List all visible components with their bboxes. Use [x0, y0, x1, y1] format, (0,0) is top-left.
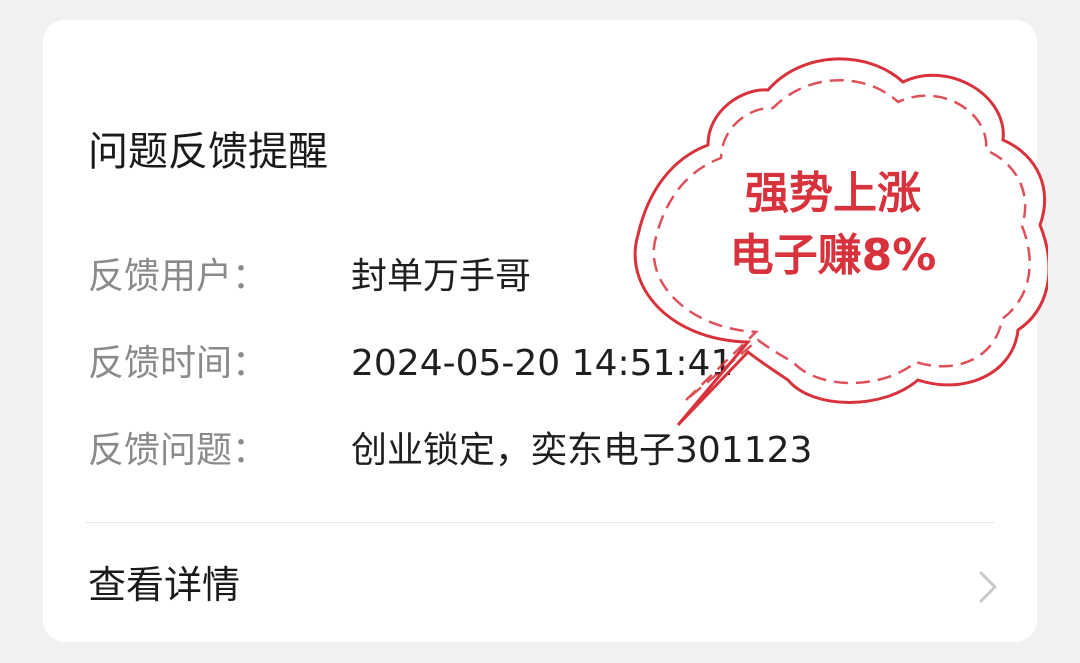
feedback-issue-label: 反馈问题：	[88, 430, 269, 471]
view-details-button[interactable]: 查看详情	[43, 523, 1037, 642]
view-details-label: 查看详情	[88, 563, 241, 607]
feedback-user-label: 反馈用户：	[88, 256, 269, 297]
sticker-line-2: 电子赚8%	[729, 230, 937, 281]
card-title: 问题反馈提醒	[88, 129, 328, 175]
feedback-time-label: 反馈时间：	[88, 343, 269, 384]
feedback-user-value: 封单万手哥	[351, 256, 532, 297]
chevron-right-icon	[979, 571, 997, 603]
sticker-line-1: 强势上涨	[745, 168, 921, 219]
